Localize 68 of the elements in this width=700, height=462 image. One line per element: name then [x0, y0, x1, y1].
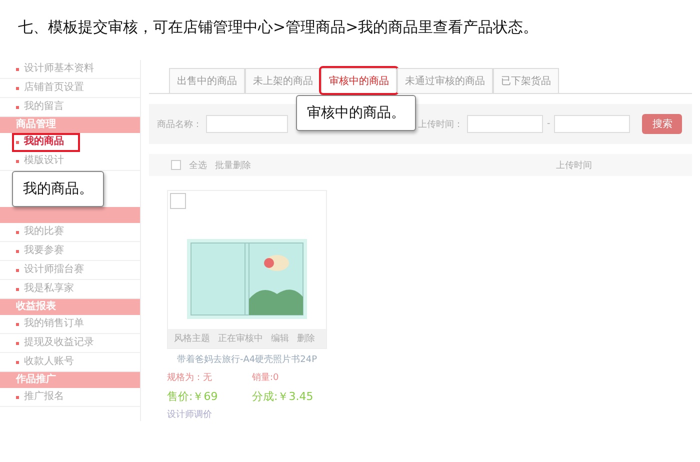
- product-action[interactable]: 删除: [297, 332, 315, 345]
- sidebar-item-label: 我是私享家: [24, 282, 74, 296]
- sidebar-item[interactable]: 店铺首页设置: [0, 79, 140, 98]
- bullet-icon: [16, 230, 19, 234]
- sidebar-item-label: 我的比赛: [24, 224, 64, 239]
- product-checkbox[interactable]: [170, 193, 186, 209]
- instruction-heading: 七、模板提交审核，可在店铺管理中心>管理商品>我的商品里查看产品状态。: [17, 17, 540, 38]
- sidebar-section-header: 作品推广: [0, 372, 140, 388]
- sidebar-item-label: 设计师擂台赛: [24, 262, 84, 277]
- bullet-icon: [16, 68, 19, 70]
- bullet-icon: [16, 360, 19, 364]
- sidebar-item[interactable]: 设计师基本资料: [0, 60, 140, 79]
- sidebar-item[interactable]: 推广报名: [0, 388, 140, 407]
- batch-delete-link[interactable]: 批量删除: [215, 158, 251, 172]
- tab[interactable]: 未通过审核的商品: [397, 68, 493, 93]
- bullet-icon: [16, 396, 19, 398]
- callout-box: 我的商品。: [12, 171, 104, 207]
- bullet-icon: [16, 140, 19, 144]
- bullet-icon: [16, 86, 19, 90]
- search-button[interactable]: 搜索: [642, 114, 682, 134]
- start-date-field[interactable]: [467, 115, 543, 133]
- price-text: 售价:￥69: [167, 389, 219, 404]
- sidebar-item-label: 模版设计: [24, 154, 64, 168]
- product-action[interactable]: 风格主题: [174, 332, 210, 345]
- select-all-checkbox[interactable]: [171, 160, 181, 170]
- sidebar-item-label: 店铺首页设置: [24, 80, 84, 95]
- bullet-icon: [16, 288, 19, 290]
- bullet-icon: [16, 322, 19, 326]
- sidebar-item[interactable]: 我的销售订单: [0, 315, 140, 334]
- sidebar-item-label: 推广报名: [24, 390, 64, 404]
- sidebar-item-label: 我要参赛: [24, 244, 64, 258]
- sidebar-item[interactable]: 设计师擂台赛: [0, 261, 140, 280]
- callout-box: 审核中的商品。: [296, 95, 416, 131]
- bullet-icon: [16, 250, 19, 252]
- sidebar-item[interactable]: 我的商品: [12, 133, 80, 152]
- sidebar-item[interactable]: 我的比赛: [0, 223, 140, 242]
- end-date-field[interactable]: [554, 115, 630, 133]
- sidebar-item[interactable]: 提现及收益记录: [0, 334, 140, 353]
- name-label: 商品名称：: [157, 118, 202, 130]
- upload-time-label: 上传时间：: [418, 118, 463, 130]
- sidebar-item-label: 我的商品: [24, 134, 64, 149]
- tab[interactable]: 出售中的商品: [169, 68, 245, 93]
- tab[interactable]: 已下架货品: [493, 68, 559, 93]
- product-name-field[interactable]: [206, 115, 288, 133]
- bullet-icon: [16, 268, 19, 272]
- tab[interactable]: 未上架的商品: [245, 68, 321, 93]
- bullet-icon: [16, 106, 19, 108]
- sidebar-item-label: 收款人账号: [24, 354, 74, 369]
- date-separator: -: [547, 119, 550, 129]
- select-all-label: 全选: [189, 160, 207, 172]
- sidebar-item[interactable]: 我要参赛: [0, 242, 140, 261]
- sidebar-item-label: 我的留言: [24, 100, 64, 114]
- share-text: 分成:￥3.45: [252, 389, 314, 404]
- price-adjust-link[interactable]: 设计师调价: [167, 408, 327, 421]
- spec-text: 规格为：无: [167, 372, 213, 384]
- sidebar-section-header: 收益报表: [0, 299, 140, 315]
- bullet-icon: [16, 160, 19, 162]
- product-action[interactable]: 正在审核中: [218, 332, 263, 345]
- bullet-icon: [16, 342, 19, 344]
- sidebar-section-header: 商品管理: [0, 117, 140, 133]
- sidebar-item-label: 设计师基本资料: [24, 62, 94, 76]
- sales-text: 销量:0: [252, 372, 280, 384]
- product-title-link[interactable]: 带着爸妈去旅行-A4硬壳照片书24P: [167, 353, 327, 366]
- sidebar-item-label: 我的销售订单: [24, 316, 84, 331]
- upload-time-header: 上传时间: [556, 160, 592, 172]
- sidebar-item-label: 提现及收益记录: [24, 336, 94, 350]
- tab[interactable]: 审核中的商品: [321, 68, 397, 93]
- product-action[interactable]: 编辑: [271, 332, 289, 345]
